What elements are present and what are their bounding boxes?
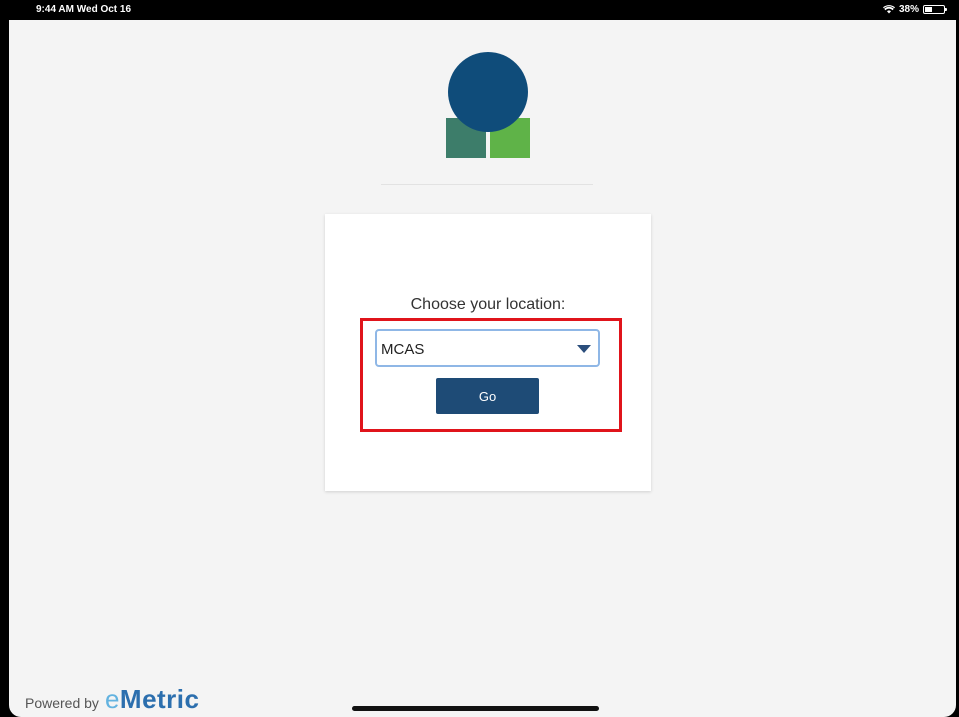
logo-divider [381, 184, 593, 185]
highlight-box [360, 318, 622, 432]
status-time: 9:44 AM Wed Oct 16 [36, 4, 132, 15]
organization-logo-icon [446, 52, 530, 158]
choose-location-label: Choose your location: [410, 296, 566, 313]
powered-by-label: Powered by [25, 695, 99, 711]
battery-level-fill [925, 7, 932, 12]
emetric-logo-suffix: Metric [119, 684, 200, 714]
status-bar: 9:44 AM Wed Oct 16 38% [0, 0, 959, 20]
home-indicator[interactable] [352, 706, 599, 711]
status-indicators: 38% [882, 4, 947, 15]
battery-percentage: 38% [898, 4, 919, 15]
wifi-icon [882, 5, 895, 14]
logo-circle [448, 52, 528, 132]
emetric-logo: eMetric [105, 684, 200, 715]
footer: Powered by eMetric [25, 684, 199, 715]
emetric-logo-prefix: e [104, 684, 120, 714]
battery-icon [923, 5, 947, 14]
app-screen: Choose your location: MCAS Go Powered by… [9, 20, 956, 717]
device-frame: 9:44 AM Wed Oct 16 38% Choose your locat… [0, 0, 959, 717]
